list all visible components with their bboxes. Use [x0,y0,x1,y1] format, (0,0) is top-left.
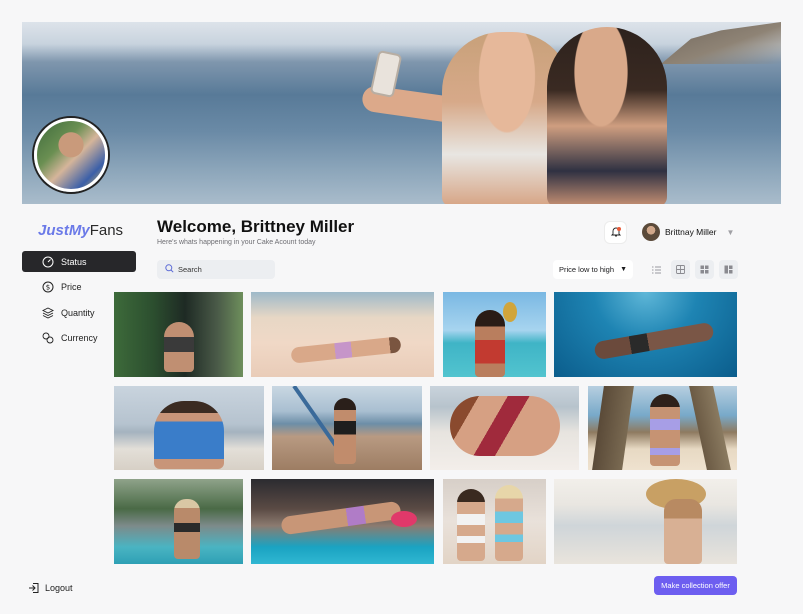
make-collection-offer-button[interactable]: Make collection offer [654,576,737,595]
sidebar-item-label: Quantity [61,307,95,318]
svg-text:$: $ [46,284,50,292]
profile-avatar[interactable] [34,118,108,192]
photo-tile[interactable] [554,479,737,564]
user-menu[interactable]: Brittnay Miller ▼ [642,223,734,241]
logout-button[interactable]: Logout [28,582,73,594]
sort-dropdown[interactable]: Price low to high ▼ [553,260,633,279]
search-input[interactable] [178,265,268,274]
sidebar-item-label: Status [61,256,87,267]
photo-tile[interactable] [588,386,737,470]
mosaic-view-button[interactable] [719,260,738,279]
caret-down-icon: ▼ [620,266,627,273]
chevron-down-icon: ▼ [726,227,735,237]
list-view-button[interactable] [647,260,666,279]
avatar [642,223,660,241]
photo-tile[interactable] [114,479,243,564]
grid-large-icon [700,261,709,279]
photo-tile[interactable] [554,292,737,377]
photo-tile[interactable] [443,479,546,564]
gauge-icon [42,256,54,268]
sidebar-item-status[interactable]: Status [22,251,136,272]
page-title: Welcome, Brittney Miller [157,217,355,236]
sidebar-item-label: Price [61,282,82,292]
photo-tile[interactable] [272,386,422,470]
search-icon [165,264,174,275]
grid-icon [676,261,685,279]
grid-view-button[interactable] [671,260,690,279]
dollar-icon: $ [42,281,54,293]
notification-dot [617,227,621,231]
view-switcher [647,260,743,279]
search-box[interactable] [157,260,275,279]
sidebar-item-label: Currency [61,333,98,343]
brand-logo[interactable]: JustMyFans [38,222,123,239]
photo-tile[interactable] [443,292,546,377]
photo-tile[interactable] [251,479,434,564]
photo-tile[interactable] [430,386,579,470]
user-name: Brittnay Miller [665,227,717,237]
photo-tile[interactable] [114,292,243,377]
currency-exchange-icon [42,332,54,344]
logout-label: Logout [45,583,73,593]
notifications-button[interactable] [605,222,626,243]
cover-photo [22,22,781,204]
photo-tile[interactable] [114,386,264,470]
page-subtitle: Here's whats happening in your Cake Acou… [157,239,316,246]
layers-icon [42,306,54,319]
list-icon [652,261,661,279]
large-grid-view-button[interactable] [695,260,714,279]
logout-icon [28,582,40,594]
mosaic-icon [724,261,733,279]
sort-label: Price low to high [559,265,615,274]
photo-tile[interactable] [251,292,434,377]
